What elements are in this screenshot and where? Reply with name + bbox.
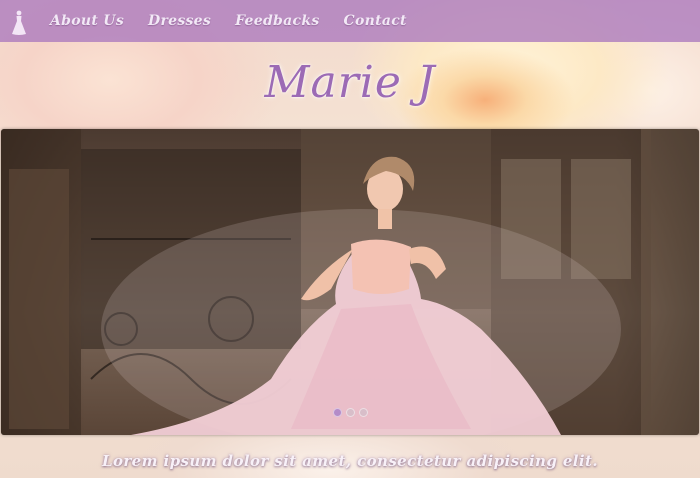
slider-photo <box>1 129 699 435</box>
nav-dresses[interactable]: Dresses <box>148 13 211 29</box>
dress-icon[interactable] <box>8 6 30 36</box>
slider-dot-2[interactable] <box>345 408 355 417</box>
image-slider[interactable] <box>1 129 699 435</box>
slider-pagination <box>1 408 699 417</box>
top-navigation: About Us Dresses Feedbacks Contact <box>0 0 700 42</box>
nav-about-us[interactable]: About Us <box>50 13 124 29</box>
slider-dot-3[interactable] <box>358 408 368 417</box>
slider-dot-1[interactable] <box>332 408 342 417</box>
brand-title: Marie J <box>264 56 436 108</box>
nav-contact[interactable]: Contact <box>344 13 407 29</box>
footer-tagline: Lorem ipsum dolor sit amet, consectetur … <box>102 452 598 470</box>
nav-feedbacks[interactable]: Feedbacks <box>235 13 319 29</box>
brand-header: Marie J <box>0 42 700 122</box>
